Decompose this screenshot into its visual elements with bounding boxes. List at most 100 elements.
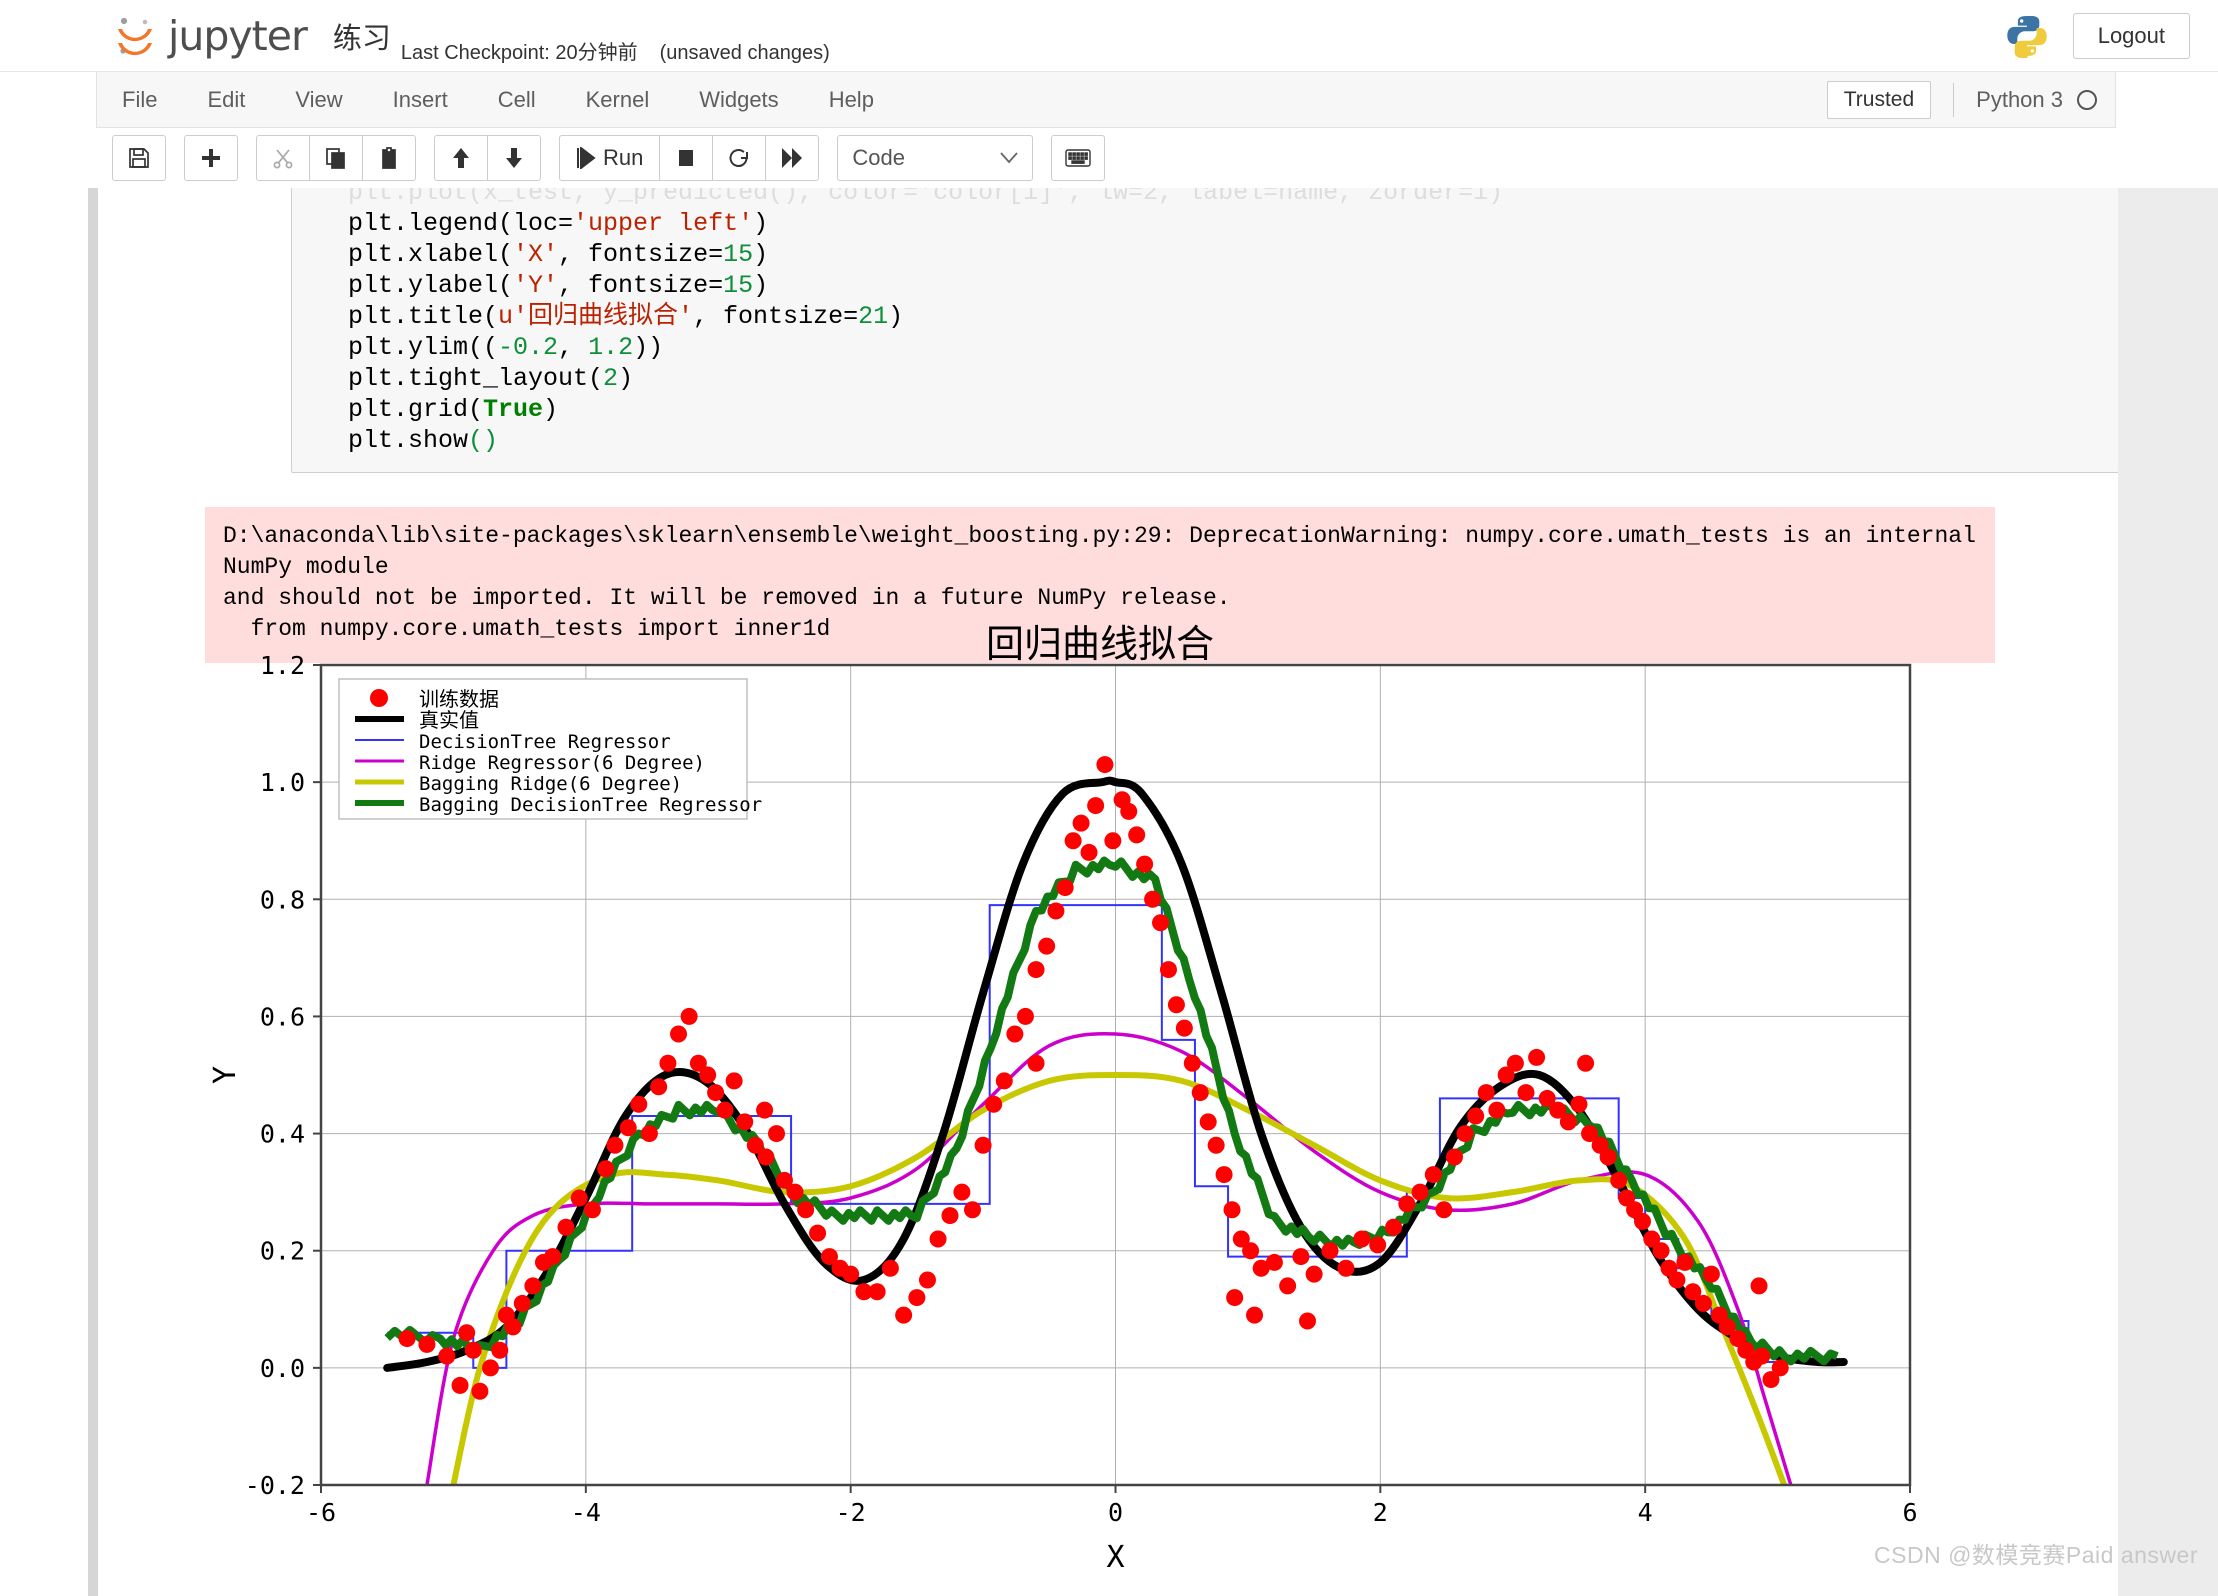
- svg-text:1.2: 1.2: [260, 651, 305, 680]
- code-token: 2: [603, 364, 619, 393]
- code-token: plt.xlabel(: [348, 240, 514, 269]
- menu-item-edit[interactable]: Edit: [182, 72, 270, 128]
- notebook-toolbar: Run Code: [96, 128, 2116, 188]
- run-button-label: Run: [603, 145, 644, 170]
- code-token: plt.tight_layout(: [348, 364, 604, 393]
- menu-item-cell[interactable]: Cell: [473, 72, 561, 128]
- code-token: (): [468, 426, 499, 455]
- svg-text:Ridge Regressor(6 Degree): Ridge Regressor(6 Degree): [419, 752, 705, 774]
- svg-text:0.8: 0.8: [260, 885, 305, 914]
- code-token: ): [543, 395, 559, 424]
- chevron-down-icon: [1000, 152, 1019, 164]
- code-line: plt.xlabel('X', fontsize=15): [292, 239, 2118, 270]
- notebook-body: plt.plot(x_test, y_predicted(), color='c…: [98, 188, 2118, 1596]
- svg-text:1.0: 1.0: [260, 768, 305, 797]
- move-cell-up-button[interactable]: [434, 135, 488, 181]
- code-token: 15: [723, 271, 754, 300]
- svg-text:0.0: 0.0: [260, 1354, 305, 1383]
- notebook-right-gutter: [2118, 188, 2218, 1596]
- code-line: plt.grid(True): [292, 394, 2118, 425]
- code-line: plt.tight_layout(2): [292, 363, 2118, 394]
- code-token: ): [618, 364, 634, 393]
- menubar-divider: [1953, 83, 1955, 117]
- code-token: 'X': [513, 240, 559, 269]
- kernel-idle-indicator-icon[interactable]: [2077, 90, 2097, 110]
- copy-button[interactable]: [309, 135, 363, 181]
- cell-type-value: Code: [852, 145, 905, 170]
- warning-line: D:\anaconda\lib\site-packages\sklearn\en…: [223, 523, 1990, 580]
- svg-text:真实值: 真实值: [419, 708, 479, 732]
- code-token: )): [633, 333, 664, 362]
- toolbar-group-move: [434, 135, 541, 181]
- interrupt-kernel-button[interactable]: [659, 135, 714, 181]
- code-token: , fontsize=: [558, 240, 724, 269]
- svg-text:-4: -4: [571, 1498, 601, 1527]
- svg-text:-6: -6: [306, 1498, 336, 1527]
- toolbar-group-clipboard: [256, 135, 416, 181]
- notebook-name[interactable]: 练习: [333, 15, 391, 57]
- code-line-clipped: plt.plot(x_test, y_predicted(), color='c…: [348, 188, 1504, 207]
- trusted-badge[interactable]: Trusted: [1826, 81, 1932, 119]
- code-token: ): [753, 271, 769, 300]
- toolbar-group-command-palette: [1051, 135, 1106, 181]
- logout-button[interactable]: Logout: [2072, 13, 2190, 59]
- restart-kernel-button[interactable]: [712, 135, 767, 181]
- svg-text:2: 2: [1373, 1498, 1388, 1527]
- code-cell-input[interactable]: plt.plot(x_test, y_predicted(), color='c…: [291, 188, 2118, 473]
- code-token: plt.ylabel(: [348, 271, 514, 300]
- notebook-scrollbar[interactable]: [88, 188, 98, 1596]
- unsaved-changes-label: (unsaved changes): [659, 42, 830, 64]
- toolbar-group-insert: [184, 135, 238, 181]
- menu-item-file[interactable]: File: [97, 72, 182, 128]
- cut-button[interactable]: [256, 135, 310, 181]
- code-token: , fontsize=: [558, 271, 724, 300]
- code-token: ): [753, 209, 769, 238]
- code-token: plt.ylim((: [348, 333, 499, 362]
- svg-text:0.6: 0.6: [260, 1002, 305, 1031]
- code-token: , fontsize=: [693, 302, 859, 331]
- python-logo-icon: [2003, 12, 2051, 60]
- restart-and-run-all-button[interactable]: [765, 135, 820, 181]
- svg-text:-0.2: -0.2: [245, 1471, 305, 1500]
- menubar-status-group: Trusted Python 3: [1826, 72, 2103, 128]
- code-token: 'Y': [513, 271, 559, 300]
- kernel-name-label: Python 3: [1976, 87, 2063, 112]
- jupyter-logo-icon: [112, 13, 158, 59]
- cell-output-figure: 回归曲线拟合 -6 -4 -2 0 2 4 6 -0.2 0.0 0.2 0.4 0.6 0.8 1.0 1…: [205, 613, 1995, 1593]
- code-token: ,: [558, 333, 589, 362]
- toolbar-group-run: Run: [559, 135, 820, 181]
- cell-type-dropdown[interactable]: Code: [837, 135, 1034, 181]
- svg-text:4: 4: [1638, 1498, 1653, 1527]
- code-line: plt.title(u'回归曲线拟合', fontsize=21): [292, 301, 2118, 332]
- menu-item-kernel[interactable]: Kernel: [561, 72, 675, 128]
- menu-item-view[interactable]: View: [270, 72, 367, 128]
- jupyter-logo-group[interactable]: jupyter: [112, 11, 308, 60]
- svg-text:DecisionTree Regressor: DecisionTree Regressor: [419, 731, 671, 753]
- insert-cell-below-button[interactable]: [184, 135, 238, 181]
- keyboard-shortcuts-button[interactable]: [1051, 135, 1106, 181]
- menu-item-widgets[interactable]: Widgets: [674, 72, 803, 128]
- svg-text:Bagging Ridge(6 Degree): Bagging Ridge(6 Degree): [419, 773, 682, 795]
- svg-text:Y: Y: [208, 1066, 243, 1084]
- svg-text:0: 0: [1108, 1498, 1123, 1527]
- save-button[interactable]: [112, 135, 166, 181]
- header-right-group: Logout: [2003, 0, 2190, 72]
- code-token: ): [888, 302, 904, 331]
- menu-item-help[interactable]: Help: [804, 72, 899, 128]
- jupyter-wordmark: jupyter: [168, 11, 308, 60]
- code-line: plt.ylabel('Y', fontsize=15): [292, 270, 2118, 301]
- menu-item-insert[interactable]: Insert: [368, 72, 473, 128]
- code-token: ): [753, 240, 769, 269]
- code-token: plt.title(: [348, 302, 499, 331]
- run-button[interactable]: Run: [559, 135, 661, 181]
- code-token: -0.2: [498, 333, 559, 362]
- toolbar-group-save: [112, 135, 166, 181]
- code-token: 'upper left': [573, 209, 754, 238]
- code-line: plt.ylim((-0.2, 1.2)): [292, 332, 2118, 363]
- svg-text:0.4: 0.4: [260, 1120, 305, 1149]
- paste-button[interactable]: [362, 135, 416, 181]
- move-cell-down-button[interactable]: [487, 135, 541, 181]
- last-checkpoint-label: Last Checkpoint: 20分钟前: [400, 42, 638, 64]
- code-token: 15: [723, 240, 754, 269]
- code-token: u'回归曲线拟合': [498, 302, 694, 331]
